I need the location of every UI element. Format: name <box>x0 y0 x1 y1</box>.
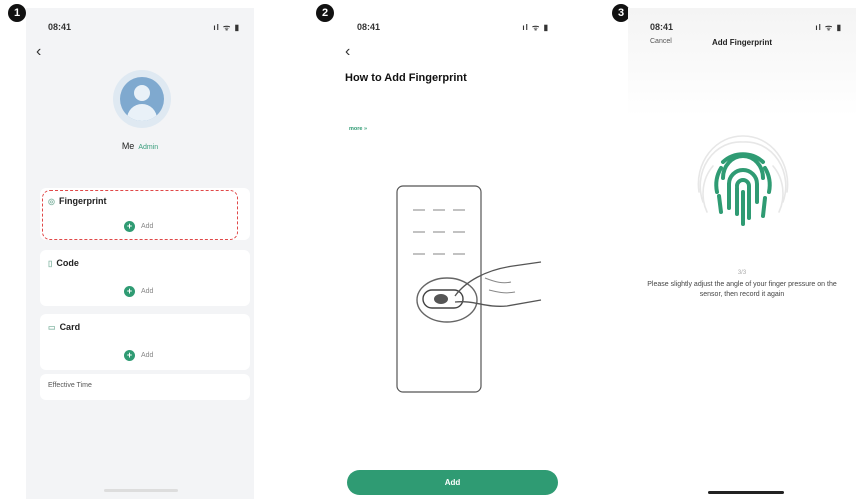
code-small-icon: ▯ <box>48 258 53 268</box>
avatar <box>113 70 171 128</box>
home-indicator <box>104 489 178 492</box>
card-card-title: ▭ Card <box>48 322 80 332</box>
door-lock-illustration <box>396 185 542 393</box>
status-icons: ıl ᯤ ▮ <box>815 23 842 32</box>
highlight-dashed-outline <box>42 190 238 240</box>
instruction-text: Please slightly adjust the angle of your… <box>647 281 837 298</box>
fingerprint-icon <box>697 135 789 226</box>
status-time: 08:41 <box>48 22 72 32</box>
screen-add-fingerprint: 08:41 ıl ᯤ ▮ Cancel Add Fingerprint 3/3 … <box>628 8 856 499</box>
plus-circle-icon: + <box>124 286 135 297</box>
add-label: Add <box>141 352 154 359</box>
add-code-button[interactable]: + Add <box>124 286 153 297</box>
status-time: 08:41 <box>650 22 674 32</box>
card-small-icon: ▭ <box>48 322 56 332</box>
more-link[interactable]: more » <box>349 126 367 132</box>
user-name: Me <box>121 141 135 151</box>
nav-bar: Cancel Add Fingerprint <box>628 38 856 50</box>
status-icons: ıl ᯤ ▮ <box>522 23 549 32</box>
page-title: How to Add Fingerprint <box>345 72 467 84</box>
user-role-badge: Admin <box>138 144 159 151</box>
step-badge-2: 2 <box>316 4 334 22</box>
status-bar: 08:41 ıl ᯤ ▮ <box>335 22 563 36</box>
status-time: 08:41 <box>357 22 381 32</box>
screen-user-profile: 08:41 ıl ᯤ ▮ ‹ Me Admin ◎ Fingerprint + A… <box>26 8 254 499</box>
home-indicator <box>708 491 784 494</box>
add-card-button[interactable]: + Add <box>124 350 153 361</box>
card-label: Card <box>59 322 81 332</box>
add-label: Add <box>141 288 154 295</box>
step-badge-1: 1 <box>8 4 26 22</box>
user-avatar-icon <box>120 77 164 121</box>
progress-count: 3/3 <box>737 270 747 276</box>
page-title: Add Fingerprint <box>712 38 772 47</box>
status-icons: ıl ᯤ ▮ <box>213 23 240 32</box>
screen-how-to-add: 08:41 ıl ᯤ ▮ ‹ How to Add Fingerprint mo… <box>335 8 563 499</box>
code-card: ▯ Code + Add <box>40 250 250 306</box>
back-chevron-left-icon[interactable]: ‹ <box>36 44 41 60</box>
code-card-title: ▯ Code <box>48 258 79 268</box>
status-bar: 08:41 ıl ᯤ ▮ <box>628 22 856 36</box>
user-name-line: Me Admin <box>26 141 254 151</box>
back-chevron-left-icon[interactable]: ‹ <box>345 44 350 60</box>
card-card: ▭ Card + Add <box>40 314 250 370</box>
status-bar: 08:41 ıl ᯤ ▮ <box>26 22 254 36</box>
instruction-paragraph-2: more » <box>349 125 545 134</box>
effective-time-label: Effective Time <box>48 382 92 389</box>
code-label: Code <box>56 258 79 268</box>
add-fingerprint-start-button[interactable]: Add <box>347 470 558 495</box>
plus-circle-icon: + <box>124 350 135 361</box>
effective-time-row[interactable]: Effective Time <box>40 374 250 400</box>
